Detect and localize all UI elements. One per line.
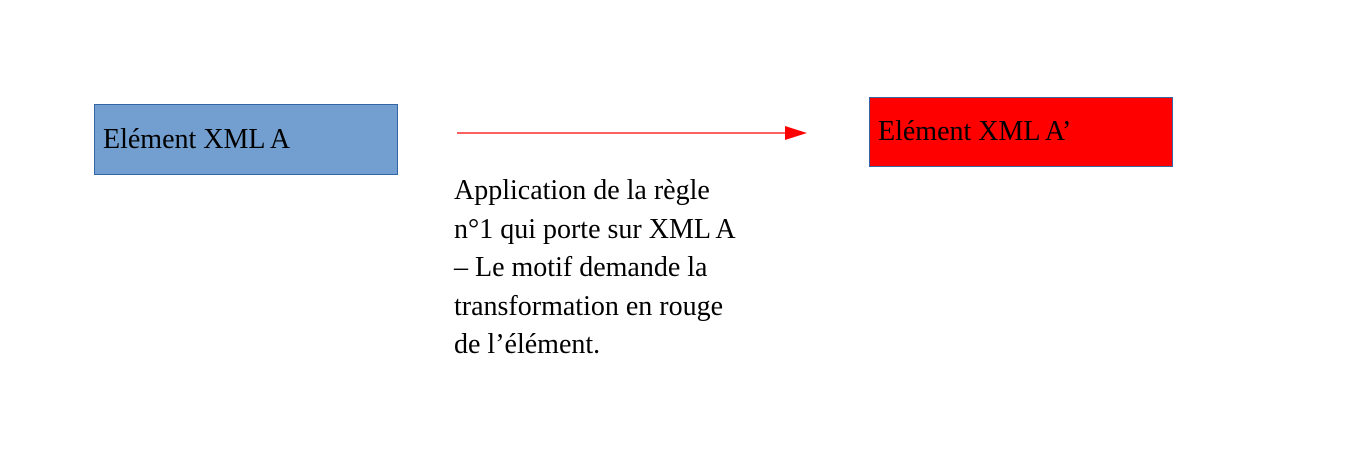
rule-caption: Application de la règle n°1 qui porte su… <box>454 172 736 365</box>
caption-line: Application de la règle <box>454 175 710 206</box>
caption-line: n°1 qui porte sur XML A <box>454 213 736 245</box>
caption-line: transformation en rouge <box>454 290 724 322</box>
result-element-box: Elément XML A’ <box>869 97 1173 167</box>
source-element-box: Elément XML A <box>94 104 398 175</box>
caption-line: – Le motif demande la <box>454 252 708 283</box>
transformation-arrow <box>457 126 807 140</box>
result-element-label: Elément XML A’ <box>878 116 1072 147</box>
caption-line: de l’élément. <box>454 329 601 360</box>
source-element-label: Elément XML A <box>103 123 291 155</box>
arrow-head <box>785 126 807 140</box>
